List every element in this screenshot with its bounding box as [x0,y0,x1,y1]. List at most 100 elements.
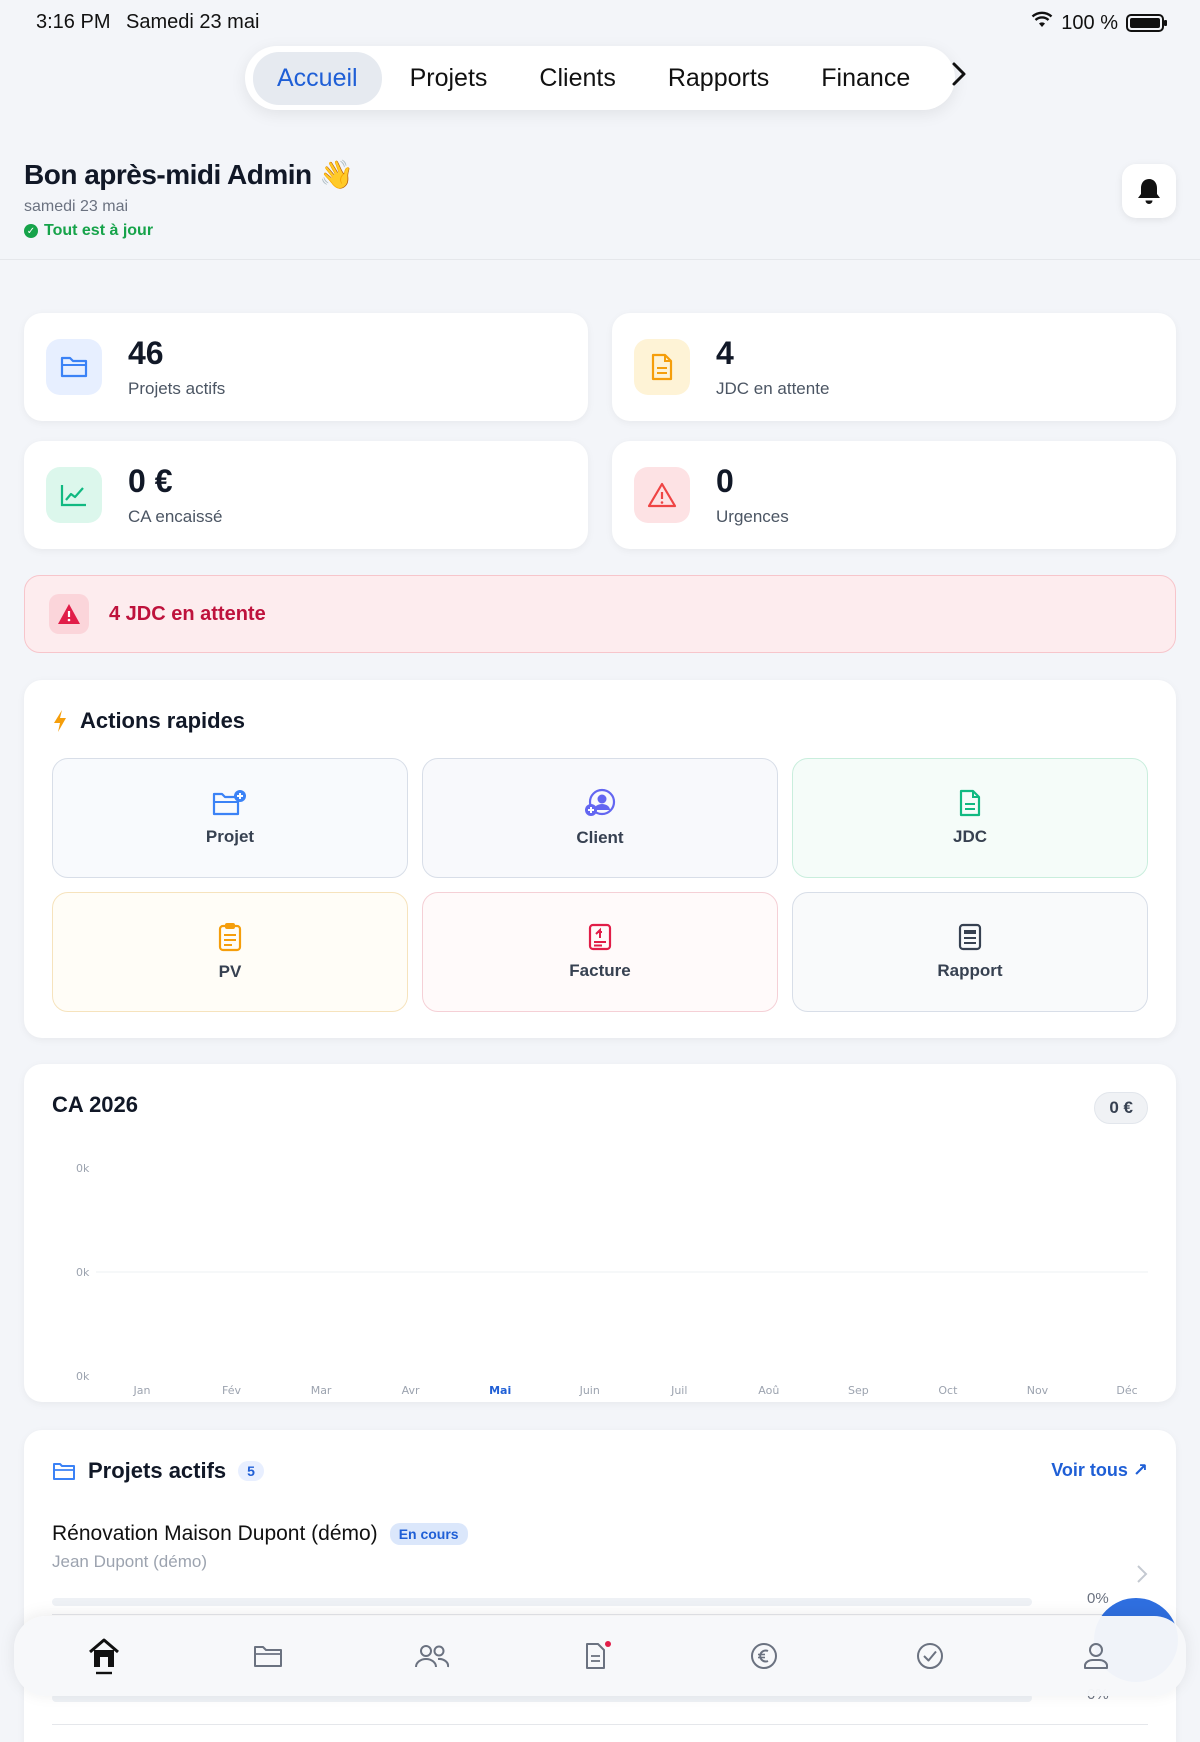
y-tick-label: 0k [76,1370,90,1383]
projects-title: Projets actifs 5 [52,1458,264,1484]
x-tick-label: Avr [402,1384,420,1397]
stat-label: CA encaissé [128,507,223,526]
greeting-text: Bon après-midi Admin [24,159,312,190]
user-icon [1084,1643,1108,1669]
notifications-button[interactable] [1122,164,1176,218]
stat-label: Projets actifs [128,379,226,398]
sync-status: ✓ Tout est à jour [24,222,153,240]
x-tick-label: Nov [1027,1384,1049,1397]
stat-label: Urgences [716,507,789,526]
x-tick-label: Fév [222,1384,241,1397]
x-tick-label: Sep [848,1384,869,1397]
y-tick-label: 0k [76,1266,90,1279]
trend-chart-icon [46,467,102,523]
divider [52,1614,1148,1615]
tab-clients[interactable]: Clients [515,52,639,105]
status-time: 3:16 PM [36,11,111,33]
clipboard-icon [218,923,242,952]
pending-jdc-alert[interactable]: 4 JDC en attente [24,575,1176,653]
new-jdc-button[interactable]: JDC [792,758,1148,878]
divider [52,1724,1148,1725]
new-project-button[interactable]: Projet [52,758,408,878]
battery-icon [1126,14,1167,32]
tab-projets[interactable]: Projets [386,52,512,105]
check-circle-icon [917,1643,943,1669]
project-list-item[interactable]: Rénovation Maison Dupont (démo) En cours… [52,1522,1148,1612]
sync-status-text: Tout est à jour [44,222,154,239]
folder-icon [46,339,102,395]
tab-finance[interactable] [744,1636,784,1676]
document-icon [959,789,981,817]
new-report-button[interactable]: Rapport [792,892,1148,1012]
action-label: Projet [205,827,255,846]
chevron-right-icon[interactable] [938,61,980,95]
revenue-line-chart: 0k 0k 0k Jan Fév Mar Avr Mai Juin Juil Aoû Sep Oct No… [76,1162,1148,1397]
section-title: Actions rapides [80,708,246,733]
stat-value: 0 € [128,463,173,499]
x-tick-label: Aoû [758,1384,779,1397]
section-title: Projets actifs [88,1458,227,1483]
action-label: Facture [569,961,631,980]
x-tick-label: Juil [670,1384,687,1397]
revenue-chart-panel: CA 2026 0 € 0k 0k 0k Jan Fév Mar Avr Mai Juin Jui… [24,1064,1176,1402]
status-indicators: 100 % [1031,11,1167,35]
stat-card-revenue[interactable]: 0 € CA encaissé [24,441,588,549]
see-all-projects-link[interactable]: Voir tous ↗ [1051,1460,1148,1481]
current-date: samedi 23 mai [24,198,129,215]
y-tick-label: 0k [76,1162,90,1175]
tab-clients[interactable] [412,1636,452,1676]
chevron-right-icon [1137,1565,1148,1583]
euro-icon [751,1643,777,1669]
user-plus-icon [585,788,616,816]
action-label: Client [576,828,624,847]
project-name: Rénovation Maison Dupont (démo) [52,1522,378,1545]
new-client-button[interactable]: Client [422,758,778,878]
x-tick-label: Mar [311,1384,332,1397]
tab-profile[interactable] [1076,1636,1116,1676]
document-icon [586,1641,611,1669]
page-header: Bon après-midi Admin 👋 samedi 23 mai ✓ T… [0,140,1200,260]
x-tick-label: Oct [938,1384,958,1397]
folder-icon [53,1463,75,1480]
x-tick-label: Jan [133,1384,151,1397]
status-date: Samedi 23 mai [126,11,260,33]
projects-count-badge: 5 [238,1461,264,1481]
battery-percent: 100 % [1061,11,1118,34]
action-label: Rapport [937,961,1003,980]
warning-icon [634,467,690,523]
waving-hand-icon: 👋 [318,159,354,190]
progress-percent: 0% [1087,1590,1109,1607]
home-icon [89,1638,119,1675]
stat-card-urgences[interactable]: 0 Urgences [612,441,1176,549]
project-client: Jean Dupont (démo) [52,1552,207,1571]
report-icon [958,923,982,951]
quick-actions-panel: Actions rapides Projet Client JDC PV Fac… [24,680,1176,1038]
x-tick-label: Juin [579,1384,600,1397]
stat-card-projects[interactable]: 46 Projets actifs [24,313,588,421]
document-icon [634,339,690,395]
tab-finance[interactable]: Finance [797,52,934,105]
stat-card-jdc[interactable]: 4 JDC en attente [612,313,1176,421]
status-bar: 3:16 PM Samedi 23 mai 100 % [0,0,1200,46]
new-pv-button[interactable]: PV [52,892,408,1012]
users-icon [415,1645,450,1668]
stat-value: 4 [716,335,734,371]
tab-accueil[interactable]: Accueil [253,51,382,105]
x-tick-label: Déc [1116,1384,1137,1397]
alert-triangle-icon [49,594,89,634]
tab-rapports[interactable]: Rapports [644,52,793,105]
tab-home[interactable] [84,1636,124,1676]
stat-value: 46 [128,335,164,371]
wifi-icon [1031,11,1053,35]
lightning-icon [54,710,66,732]
stat-value: 0 [716,463,734,499]
tab-projects[interactable] [248,1636,288,1676]
tab-documents[interactable] [578,1636,618,1676]
bell-icon [1138,179,1160,204]
action-label: JDC [952,827,987,846]
folder-icon [254,1646,282,1667]
new-invoice-button[interactable]: Facture [422,892,778,1012]
project-progress-bar [52,1598,1032,1606]
tab-tasks[interactable] [910,1636,950,1676]
top-navigation: Accueil Projets Clients Rapports Finance [245,46,966,110]
